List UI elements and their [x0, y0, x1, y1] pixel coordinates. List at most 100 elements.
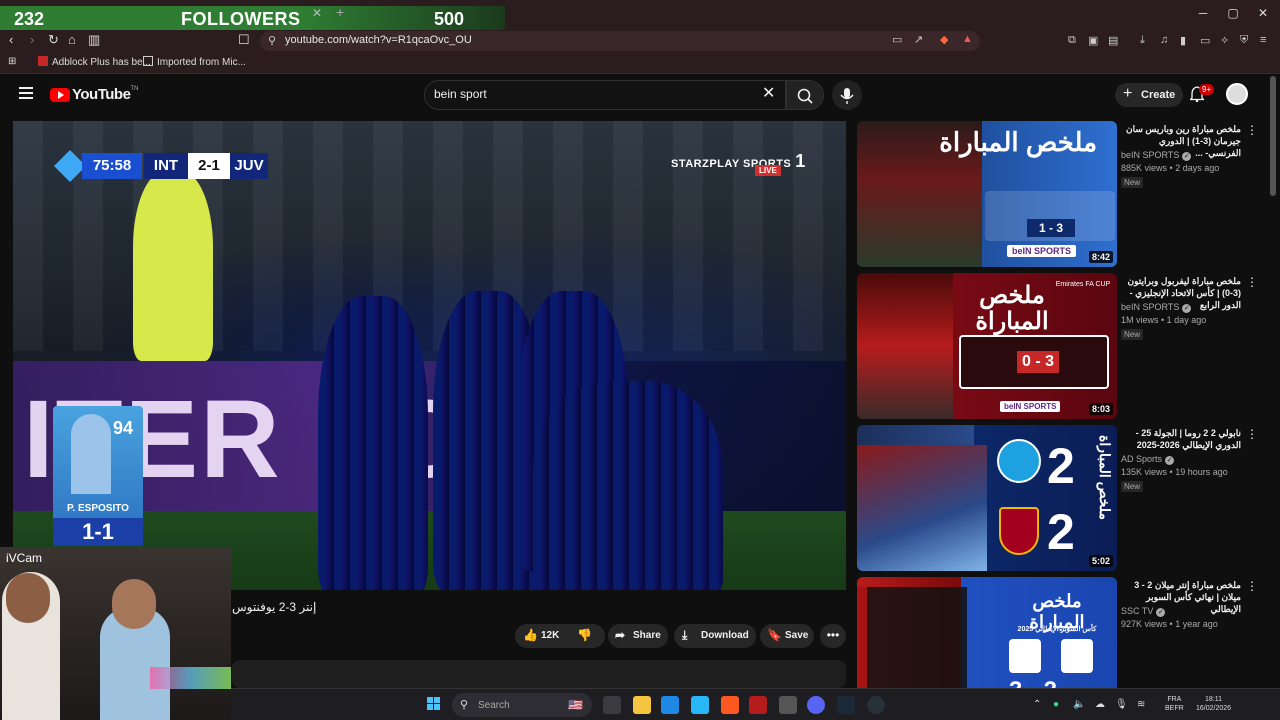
obs-icon[interactable]	[867, 696, 885, 714]
acrobat-icon[interactable]	[749, 696, 767, 714]
extensions-icon[interactable]: ⧉	[1068, 34, 1076, 47]
reload-icon[interactable]: ↻	[48, 32, 59, 48]
video-thumbnail[interactable]: ملخص المباراة كأس السوبر الإيطالي 2025 3…	[857, 577, 1117, 688]
video-player[interactable]: ITER - C 75:58 INT 2-1 JUV STARZPLAY SPO…	[13, 121, 846, 590]
rewards-icon[interactable]: ▲	[962, 33, 973, 45]
share-page-icon[interactable]: ↗	[914, 33, 923, 46]
video-thumbnail[interactable]: ملخص المباراة Emirates FA CUP 0 - 3 beIN…	[857, 273, 1117, 419]
search-box[interactable]	[424, 80, 786, 110]
channel-name[interactable]: beIN SPORTS ✓	[1121, 150, 1192, 161]
broadcaster-logo: STARZPLAY SPORTS 1	[671, 151, 806, 172]
store-icon[interactable]	[661, 696, 679, 714]
description-box[interactable]	[232, 660, 846, 688]
recommendation-title[interactable]: نابولي 2 2 روما | الجولة 25 - الدوري الإ…	[1121, 427, 1241, 451]
menu-icon[interactable]: ≡	[1260, 34, 1266, 46]
media-icon[interactable]: ♫	[1160, 34, 1168, 46]
player-figure	[318, 296, 428, 590]
create-button[interactable]: + Create	[1115, 83, 1183, 107]
minimize-icon[interactable]: ─	[1193, 6, 1213, 20]
recommendation-item[interactable]: ملخص المباراة Emirates FA CUP 0 - 3 beIN…	[857, 273, 1267, 419]
lang-code: FRA	[1167, 696, 1182, 703]
like-icon[interactable]: 👍	[523, 628, 538, 642]
url-bar[interactable]: ⚲ youtube.com/watch?v=R1qcaOvc_OU ▭ ↗ ◆ …	[260, 31, 980, 51]
windows-start-icon[interactable]	[427, 697, 441, 711]
bookmark-adblock[interactable]: Adblock Plus has be...	[38, 56, 151, 68]
brave-icon[interactable]	[721, 696, 739, 714]
maximize-icon[interactable]: ▢	[1223, 6, 1243, 20]
youtube-play-icon	[50, 87, 70, 102]
guide-menu-icon[interactable]	[19, 87, 33, 99]
followers-label: FOLLOWERS	[181, 9, 301, 29]
channel-name[interactable]: AD Sports ✓	[1121, 454, 1175, 465]
apps-grid-icon[interactable]: ⊞	[8, 56, 16, 67]
tray-network-icon[interactable]: ☁	[1095, 699, 1105, 710]
recommendation-item[interactable]: ملخص المباراة كأس السوبر الإيطالي 2025 3…	[857, 577, 1267, 688]
rgb-keyboard	[150, 667, 231, 689]
tray-overflow-icon[interactable]: ⌃	[1033, 699, 1041, 710]
forward-icon[interactable]: ›	[30, 32, 34, 47]
channel-name[interactable]: beIN SPORTS ✓	[1121, 302, 1192, 313]
bookmark-icon[interactable]: ☐	[238, 32, 250, 48]
taskbar-search[interactable]: ⚲ Search 🇺🇸	[452, 693, 592, 717]
screenshot-icon[interactable]: ▣	[1088, 34, 1098, 47]
napoli-crest-icon	[997, 439, 1041, 483]
tray-wifi-icon[interactable]: ≋	[1137, 699, 1145, 710]
download-button[interactable]: ⤓ Download	[674, 624, 756, 648]
discord-icon[interactable]	[807, 696, 825, 714]
save-button[interactable]: 🔖 Save	[760, 624, 814, 648]
close-window-icon[interactable]: ✕	[1253, 6, 1273, 20]
home-team: INT	[144, 153, 188, 179]
page-scrollbar[interactable]	[1270, 76, 1276, 196]
file-explorer-icon[interactable]	[633, 696, 651, 714]
app-icon[interactable]	[779, 696, 797, 714]
flag-icon: 🇺🇸	[568, 698, 583, 712]
steam-icon[interactable]	[837, 696, 855, 714]
more-actions-icon[interactable]: •••	[820, 624, 846, 648]
share-button[interactable]: ➦ Share	[608, 624, 668, 648]
tray-status-icon[interactable]: ●	[1053, 699, 1059, 710]
search-input[interactable]	[434, 87, 754, 101]
edge-icon[interactable]	[691, 696, 709, 714]
recommendation-item[interactable]: ملخص المباراة 1 - 3 beIN SPORTS 8:42 ملخ…	[857, 121, 1267, 267]
new-tab-button[interactable]: +	[336, 4, 344, 20]
bookmark-imported[interactable]: Imported from Mic...	[143, 56, 246, 68]
brave-shield-icon[interactable]: ◆	[940, 33, 948, 46]
input-language[interactable]: FRA BEFR	[1165, 695, 1184, 713]
more-options-icon[interactable]: ⋮	[1246, 427, 1258, 441]
cast-icon[interactable]: ▭	[892, 33, 902, 46]
more-options-icon[interactable]: ⋮	[1246, 123, 1258, 137]
tray-volume-icon[interactable]: 🔈	[1073, 699, 1085, 710]
voice-search-button[interactable]	[832, 80, 862, 110]
task-view-icon[interactable]	[603, 696, 621, 714]
video-thumbnail[interactable]: ملخص المباراة 1 - 3 beIN SPORTS 8:42	[857, 121, 1117, 267]
sidebar-toggle-icon[interactable]: ▥	[88, 32, 100, 48]
more-options-icon[interactable]: ⋮	[1246, 579, 1258, 593]
channel-name[interactable]: SSC TV ✓	[1121, 606, 1166, 617]
leo-icon[interactable]: ✧	[1220, 34, 1229, 47]
tab-close-icon[interactable]: ✕	[312, 6, 322, 20]
sidebar-icon[interactable]: ▮	[1180, 34, 1186, 47]
back-icon[interactable]: ‹	[9, 32, 13, 47]
video-duration: 8:03	[1088, 403, 1113, 415]
video-thumbnail[interactable]: 2 2 ملخص المباراة 5:02	[857, 425, 1117, 571]
search-button[interactable]	[786, 80, 824, 110]
more-options-icon[interactable]: ⋮	[1246, 275, 1258, 289]
downloads-icon[interactable]: ⤓	[1140, 34, 1145, 47]
account-avatar[interactable]	[1226, 83, 1248, 105]
like-count[interactable]: 12K	[541, 630, 559, 641]
tab-search-icon[interactable]: ▤	[1108, 34, 1118, 47]
tray-mic-icon[interactable]: 🎙	[1115, 699, 1128, 710]
youtube-logo[interactable]: YouTubeTN	[50, 86, 138, 104]
system-clock[interactable]: 18:11 16/02/2026	[1196, 695, 1231, 713]
site-info-icon[interactable]: ⚲	[268, 34, 276, 47]
recommendation-item[interactable]: 2 2 ملخص المباراة 5:02 نابولي 2 2 روما |…	[857, 425, 1267, 571]
windows-taskbar: ⚲ Search 🇺🇸 ⌃ ● 🔈 ☁ 🎙 ≋ FRA BEFR 18:11 16/…	[231, 688, 1280, 720]
scorer-photo	[71, 414, 111, 494]
home-icon[interactable]: ⌂	[68, 32, 76, 47]
wallet-icon[interactable]: ▭	[1200, 34, 1210, 47]
clear-search-icon[interactable]: ✕	[762, 86, 775, 102]
vpn-icon[interactable]: ⛨	[1240, 34, 1248, 47]
dislike-icon[interactable]: 👎	[577, 628, 592, 642]
thumbnail-score: 1 - 3	[1027, 219, 1075, 237]
thumbnail-score: 0 - 3	[1017, 351, 1059, 373]
